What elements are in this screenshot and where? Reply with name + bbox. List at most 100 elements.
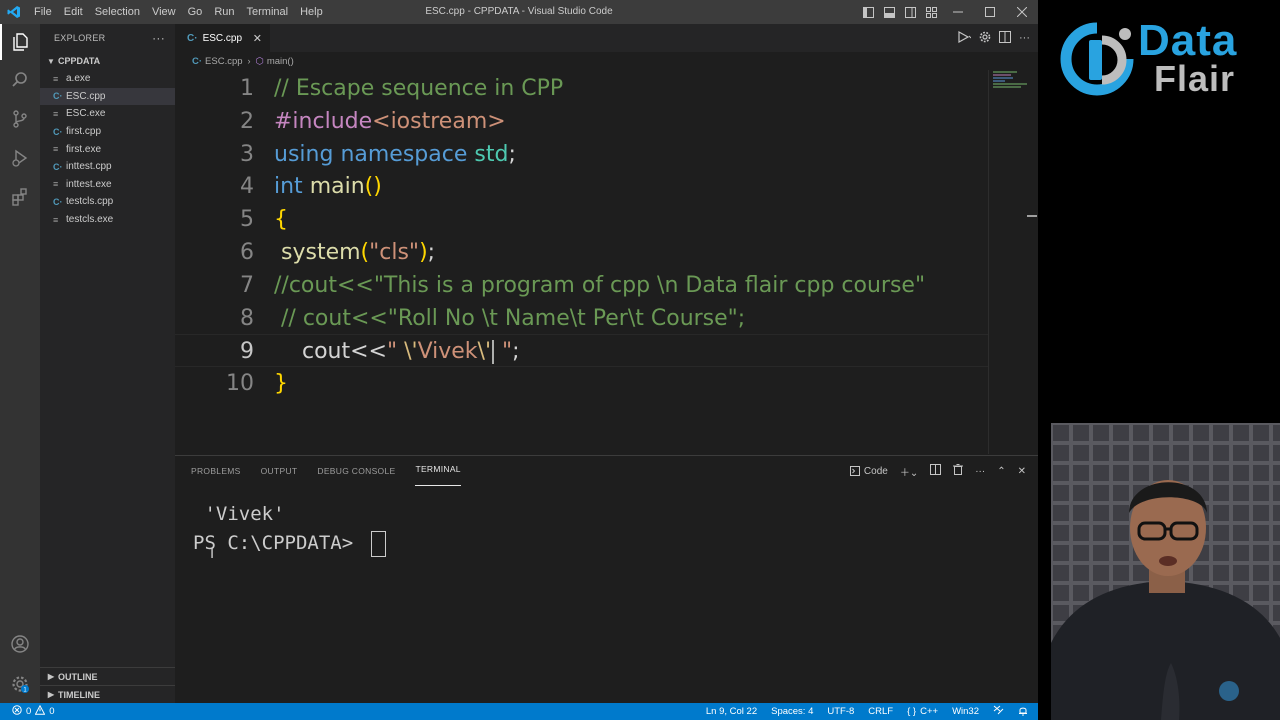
code-line[interactable]: 1 // Escape sequence in CPP (175, 72, 988, 105)
terminal-output[interactable]: 'Vivek' PS C:\CPPDATA> (193, 500, 386, 558)
platform[interactable]: Win32 (952, 706, 979, 717)
toggle-panel-icon[interactable] (879, 0, 900, 24)
outline-section[interactable]: ▶ OUTLINE (40, 667, 175, 685)
editor-tab-bar: C· ESC.cpp ✕ ··· (175, 24, 1038, 52)
run-debug-icon[interactable] (0, 140, 40, 176)
file-name: ESC.exe (66, 108, 106, 120)
tab-output[interactable]: OUTPUT (261, 456, 298, 486)
cpp-file-icon: C· (53, 196, 63, 207)
menu-bar: File Edit Selection View Go Run Terminal… (28, 0, 329, 24)
code-text: using namespace std; (274, 141, 516, 167)
customize-layout-icon[interactable] (921, 0, 942, 24)
problems-status[interactable]: 0 0 (0, 704, 55, 718)
menu-selection[interactable]: Selection (89, 0, 146, 24)
notifications-bell-icon[interactable] (1018, 705, 1028, 719)
code-text: // cout<<"Roll No \t Name\t Per\t Course… (281, 305, 746, 331)
vscode-window: File Edit Selection View Go Run Terminal… (0, 0, 1038, 720)
chevron-right-icon: ▶ (47, 690, 55, 699)
menu-file[interactable]: File (28, 0, 58, 24)
indentation[interactable]: Spaces: 4 (771, 706, 813, 717)
tab-debug-console[interactable]: DEBUG CONSOLE (317, 456, 395, 486)
binary-file-icon: ≡ (53, 214, 59, 225)
toggle-sidebar-icon[interactable] (858, 0, 879, 24)
feedback-icon[interactable] (993, 705, 1004, 718)
search-icon[interactable] (0, 62, 40, 98)
file-item[interactable]: ≡ first.exe (40, 140, 175, 158)
line-number: 7 (240, 272, 254, 298)
timeline-section[interactable]: ▶ TIMELINE (40, 685, 175, 703)
terminal-profile[interactable]: Code (849, 466, 888, 477)
more-actions-icon[interactable]: ··· (1019, 32, 1030, 44)
explorer-icon[interactable] (0, 24, 40, 60)
timeline-label: TIMELINE (58, 689, 100, 700)
tab-problems[interactable]: PROBLEMS (191, 456, 241, 486)
vscode-logo-icon (0, 0, 28, 24)
minimap[interactable] (993, 70, 1031, 110)
file-item[interactable]: ≡ testcls.exe (40, 211, 175, 229)
menu-terminal[interactable]: Terminal (241, 0, 295, 24)
terminal-prompt-line: PS C:\CPPDATA> (193, 529, 386, 558)
code-line[interactable]: 2 #include<iostream> (175, 105, 988, 138)
code-line[interactable]: 6 system("cls"); (175, 236, 988, 269)
method-icon: ⬡ (255, 55, 264, 67)
maximize-panel-icon[interactable]: ⌃ (997, 466, 1005, 477)
menu-go[interactable]: Go (182, 0, 209, 24)
code-line[interactable]: 9 cout<<" \'Vivek\' "; (175, 334, 988, 368)
close-tab-icon[interactable]: ✕ (253, 32, 262, 45)
file-name: inttest.exe (66, 178, 112, 190)
code-line[interactable]: 3 using namespace std; (175, 138, 988, 171)
account-icon[interactable] (0, 626, 40, 662)
folder-name: CPPDATA (58, 56, 101, 66)
settings-gear-icon[interactable] (979, 31, 991, 46)
code-line[interactable]: 4 int main() (175, 170, 988, 203)
split-editor-icon[interactable] (999, 30, 1011, 46)
code-line[interactable]: 7 //cout<<"This is a program of cpp \n Da… (175, 269, 988, 302)
file-item[interactable]: ≡ inttest.exe (40, 176, 175, 194)
file-item[interactable]: C· first.cpp (40, 123, 175, 141)
more-actions-icon[interactable]: ··· (152, 31, 165, 45)
file-item[interactable]: ≡ ESC.exe (40, 105, 175, 123)
code-editor[interactable]: 1 // Escape sequence in CPP 2 #include<iost… (175, 70, 1038, 454)
toggle-secondary-sidebar-icon[interactable] (900, 0, 921, 24)
folder-header[interactable]: ▼ CPPDATA (40, 52, 175, 70)
code-line[interactable]: 8 // cout<<"Roll No \t Name\t Per\t Cour… (175, 302, 988, 335)
close-panel-icon[interactable]: ✕ (1018, 466, 1026, 477)
editor-scrollbar[interactable] (988, 70, 989, 454)
binary-file-icon: ≡ (53, 144, 59, 155)
minimize-icon[interactable] (942, 0, 974, 24)
end-of-line[interactable]: CRLF (868, 706, 893, 717)
kill-terminal-icon[interactable] (953, 464, 964, 478)
binary-file-icon: ≡ (53, 73, 59, 84)
breadcrumb-file[interactable]: ESC.cpp (205, 56, 243, 67)
warning-count: 0 (49, 706, 55, 717)
breadcrumb-symbol[interactable]: main() (267, 56, 294, 67)
language-mode[interactable]: { } C++ (907, 706, 938, 717)
manage-gear-icon[interactable]: 1 (0, 666, 40, 702)
terminal-icon (849, 466, 860, 476)
maximize-icon[interactable] (974, 0, 1006, 24)
new-terminal-icon[interactable]: ＋⌄ (900, 464, 918, 479)
warning-icon (34, 704, 46, 718)
tab-terminal[interactable]: TERMINAL (415, 464, 461, 486)
encoding[interactable]: UTF-8 (827, 706, 854, 717)
file-item[interactable]: C· ESC.cpp (40, 87, 175, 106)
code-line[interactable]: 10} (175, 367, 988, 400)
cursor-position[interactable]: Ln 9, Col 22 (706, 706, 757, 717)
menu-help[interactable]: Help (294, 0, 329, 24)
tab-esc-cpp[interactable]: C· ESC.cpp ✕ (175, 24, 270, 52)
code-line[interactable]: 5{ (175, 203, 988, 236)
more-actions-icon[interactable]: ··· (975, 466, 985, 477)
file-item[interactable]: ≡ a.exe (40, 70, 175, 88)
line-number: 5 (240, 207, 254, 233)
error-count: 0 (26, 706, 32, 717)
source-control-icon[interactable] (0, 101, 40, 137)
menu-view[interactable]: View (146, 0, 182, 24)
menu-edit[interactable]: Edit (58, 0, 89, 24)
split-terminal-icon[interactable] (930, 464, 942, 478)
run-code-icon[interactable] (957, 30, 972, 46)
menu-run[interactable]: Run (208, 0, 240, 24)
file-item[interactable]: C· testcls.cpp (40, 193, 175, 211)
file-item[interactable]: C· inttest.cpp (40, 158, 175, 176)
close-window-icon[interactable] (1006, 0, 1038, 24)
extensions-icon[interactable] (0, 179, 40, 215)
